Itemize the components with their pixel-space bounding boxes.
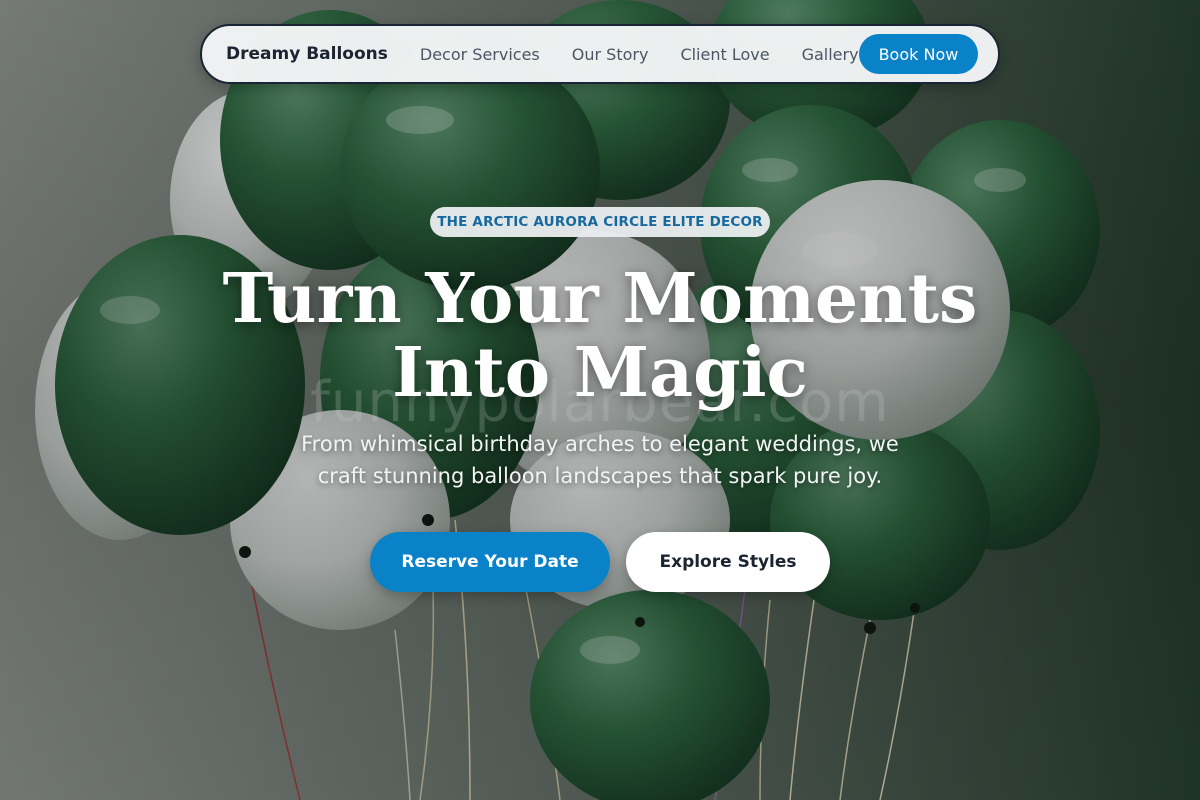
hero-subtext: From whimsical birthday arches to elegan… — [250, 428, 950, 492]
hero-subtext-line-1: From whimsical birthday arches to elegan… — [301, 432, 899, 456]
explore-styles-button[interactable]: Explore Styles — [626, 532, 830, 592]
nav-link-decor-services[interactable]: Decor Services — [420, 45, 540, 64]
top-navigation-bar: Dreamy Balloons Decor Services Our Story… — [200, 24, 1000, 84]
hero-headline-line-1: Turn Your Moments — [222, 259, 978, 339]
hero-headline-line-2: Into Magic — [392, 333, 808, 413]
book-now-button[interactable]: Book Now — [858, 34, 979, 74]
hero-headline: Turn Your Moments Into Magic — [100, 262, 1100, 410]
brand-logo-text[interactable]: Dreamy Balloons — [226, 44, 388, 64]
reserve-your-date-button[interactable]: Reserve Your Date — [370, 532, 610, 592]
hero-subtext-line-2: craft stunning balloon landscapes that s… — [317, 464, 883, 488]
hero-eyebrow-badge: THE ARCTIC AURORA CIRCLE ELITE DECOR — [430, 207, 770, 237]
nav-link-gallery[interactable]: Gallery — [802, 45, 859, 64]
nav-link-our-story[interactable]: Our Story — [572, 45, 649, 64]
nav-link-client-love[interactable]: Client Love — [680, 45, 769, 64]
